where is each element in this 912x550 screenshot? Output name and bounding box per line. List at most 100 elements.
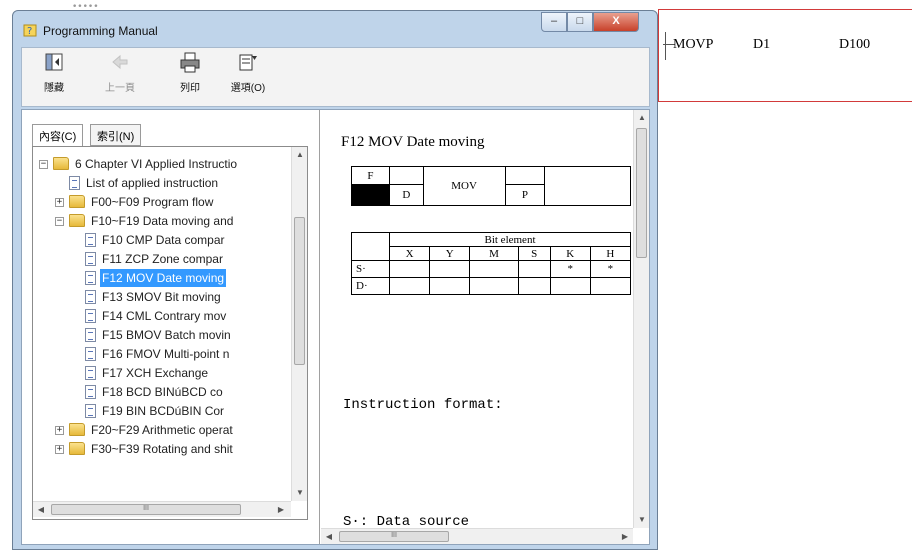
- back-label: 上一頁: [105, 83, 135, 94]
- bit-column-headers: XYMSKH: [352, 246, 632, 261]
- ladder-op: MOVP: [673, 37, 714, 52]
- topic-pane: F12 MOV Date moving F MOV D P Bit elemen…: [321, 110, 649, 544]
- back-button[interactable]: 上一頁: [94, 52, 146, 94]
- topic-horizontal-scrollbar[interactable]: ◀ III ▶: [321, 528, 633, 544]
- tree-item-label: F18 BCD BINúBCD co: [102, 385, 223, 399]
- help-page-icon: [85, 328, 96, 342]
- print-button[interactable]: 列印: [164, 52, 216, 94]
- help-page-icon: [85, 385, 96, 399]
- back-arrow-icon: [112, 54, 128, 70]
- scroll-down-arrow-icon[interactable]: ▼: [292, 485, 307, 501]
- topic-scroll-left-arrow-icon[interactable]: ◀: [321, 529, 337, 544]
- tree-vscroll-thumb[interactable]: [294, 217, 305, 365]
- help-window: ? Programming Manual – □ X 隱藏 上一頁 列印 選項(…: [12, 10, 658, 550]
- tree-item-label: F11 ZCP Zone compar: [102, 252, 223, 266]
- hide-button[interactable]: 隱藏: [28, 52, 80, 94]
- p-cell: P: [504, 184, 546, 206]
- hide-pane-icon: [45, 53, 63, 71]
- topic-scroll-up-arrow-icon[interactable]: ▲: [634, 110, 649, 126]
- title-bar[interactable]: ? Programming Manual – □ X: [13, 11, 657, 47]
- folder-icon: [69, 195, 85, 208]
- scroll-up-arrow-icon[interactable]: ▲: [292, 147, 307, 163]
- help-book-icon: ?: [23, 24, 37, 37]
- tab-index[interactable]: 索引(N): [90, 124, 142, 146]
- collapse-icon[interactable]: −: [39, 160, 48, 169]
- printer-icon: [180, 52, 200, 73]
- scroll-left-arrow-icon[interactable]: ◀: [33, 502, 49, 518]
- tree-item-label: F10 CMP Data compar: [102, 233, 225, 247]
- operand-cell: [469, 260, 519, 278]
- toolbar: 隱藏 上一頁 列印 選項(O): [21, 47, 650, 107]
- operand-label: D·: [351, 277, 390, 295]
- bit-element-table: Bit element XYMSKH S· * * D·: [351, 232, 632, 295]
- table-row: S· * *: [351, 260, 632, 278]
- hide-label: 隱藏: [44, 83, 64, 94]
- bit-column-header: H: [589, 246, 632, 261]
- expand-icon[interactable]: +: [55, 445, 64, 454]
- tree-item-label: F14 CML Contrary mov: [102, 309, 227, 323]
- operand-cell: [388, 260, 431, 278]
- tree-item-label: F12 MOV Date moving: [100, 269, 227, 287]
- tree-item-label: F15 BMOV Batch movin: [102, 328, 231, 342]
- f-cell: F: [351, 165, 390, 186]
- topic-hscroll-thumb[interactable]: III: [339, 531, 449, 542]
- expand-icon[interactable]: +: [55, 198, 64, 207]
- window-title: Programming Manual: [43, 24, 158, 38]
- topic-vertical-scrollbar[interactable]: ▲ ▼: [633, 110, 649, 528]
- operand-cell: [517, 260, 551, 278]
- help-page-icon: [85, 366, 96, 380]
- tree-item-label: 6 Chapter VI Applied Instructio: [75, 157, 238, 171]
- folder-icon: [69, 442, 85, 455]
- operand-cell: [517, 277, 551, 295]
- tree-item-label: F30~F39 Rotating and shit: [91, 442, 233, 456]
- maximize-button[interactable]: □: [567, 12, 593, 32]
- operand-cell: [549, 277, 591, 295]
- bit-element-title: Bit element: [389, 232, 631, 247]
- tree-item-label: F13 SMOV Bit moving: [102, 290, 221, 304]
- tab-contents[interactable]: 內容(C): [32, 124, 84, 146]
- minimize-button[interactable]: –: [541, 12, 567, 32]
- tree-item-label: F17 XCH Exchange: [102, 366, 209, 380]
- close-button[interactable]: X: [593, 12, 639, 32]
- help-page-icon: [69, 176, 80, 190]
- help-page-icon: [85, 347, 96, 361]
- help-page-icon: [85, 309, 96, 323]
- instruction-format-label: Instruction format:: [343, 397, 503, 413]
- operand-cell: [429, 260, 471, 278]
- instruction-format-table: F MOV D P: [351, 165, 631, 206]
- scroll-right-arrow-icon[interactable]: ▶: [273, 502, 289, 518]
- folder-icon: [69, 214, 85, 227]
- tree-hscroll-thumb[interactable]: III: [51, 504, 241, 515]
- d-cell: D: [388, 184, 424, 206]
- ladder-source: D1: [753, 37, 771, 52]
- help-page-icon: [85, 271, 96, 285]
- topic-vscroll-thumb[interactable]: [636, 128, 647, 258]
- operand-label: S·: [351, 260, 390, 278]
- options-button[interactable]: 選項(O): [222, 52, 274, 94]
- print-label: 列印: [180, 83, 200, 94]
- tree-horizontal-scrollbar[interactable]: ◀ III ▶: [33, 501, 291, 517]
- tree-item-label: List of applied instruction: [86, 176, 219, 190]
- ladder-destination: D100: [839, 37, 871, 52]
- tree-item-label: F00~F09 Program flow: [91, 195, 214, 209]
- contents-tree: − 6 Chapter VI Applied Instructio List of …: [32, 146, 308, 520]
- bit-column-header: X: [388, 246, 431, 261]
- topic-scroll-down-arrow-icon[interactable]: ▼: [634, 512, 649, 528]
- table-row: D·: [351, 277, 632, 295]
- bit-column-header: S: [517, 246, 551, 261]
- topic-scroll-right-arrow-icon[interactable]: ▶: [617, 529, 633, 544]
- bit-column-header: Y: [429, 246, 471, 261]
- operand-cell: [429, 277, 471, 295]
- help-page-icon: [85, 233, 96, 247]
- tree-vertical-scrollbar[interactable]: ▲ ▼: [291, 147, 307, 501]
- expand-icon[interactable]: +: [55, 426, 64, 435]
- topic-heading: F12 MOV Date moving: [341, 134, 485, 150]
- collapse-icon[interactable]: −: [55, 217, 64, 226]
- ladder-instruction-box: MOVP D1 D100: [658, 9, 912, 102]
- tree-item-label: F20~F29 Arithmetic operat: [91, 423, 233, 437]
- operand-cell: *: [549, 260, 591, 278]
- filled-cell: [351, 184, 390, 206]
- tree-item-label: F10~F19 Data moving and: [91, 214, 234, 228]
- folder-icon: [53, 157, 69, 170]
- help-page-icon: [85, 404, 96, 418]
